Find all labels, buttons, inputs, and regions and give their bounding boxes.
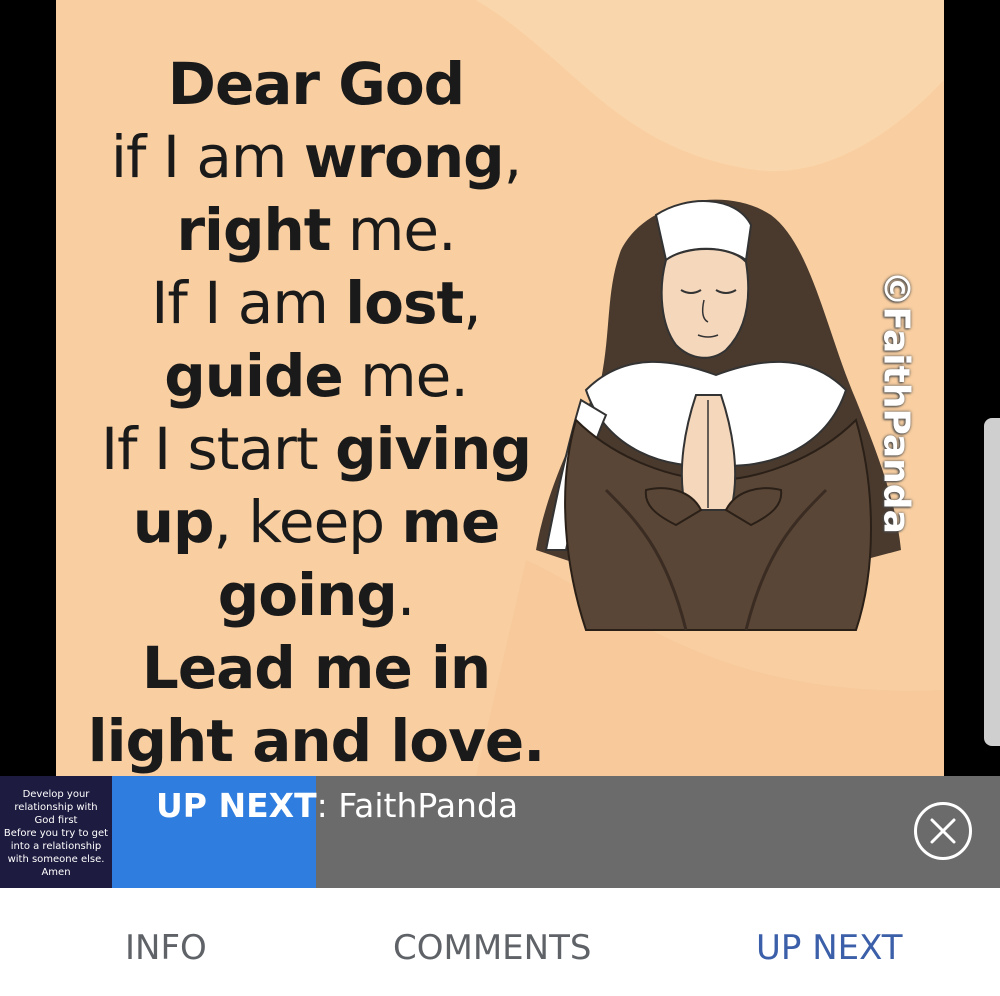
quote-line: if I am wrong, (110, 123, 522, 191)
quote-image: Dear God if I am wrong, right me. If I a… (56, 0, 944, 776)
quote-line: If I start giving (101, 415, 532, 483)
media-viewer[interactable]: Dear God if I am wrong, right me. If I a… (0, 0, 1000, 776)
bottom-tab-bar: INFO COMMENTS UP NEXT (0, 888, 1000, 996)
close-up-next-button[interactable] (914, 802, 972, 860)
thumbnail-text-line: relationship with (14, 802, 98, 813)
quote-line: Lead me in (141, 634, 491, 702)
thumbnail-text-line: God first (34, 815, 78, 826)
up-next-title[interactable]: UP NEXT: FaithPanda (156, 786, 518, 825)
thumbnail-text-line: with someone else. (7, 854, 105, 865)
thumbnail-text-line: Before you try to get (3, 828, 109, 839)
tab-up-next[interactable]: UP NEXT (756, 928, 903, 968)
thumbnail-text-line: into a relationship (10, 841, 102, 852)
thumbnail-text-line: Amen (41, 867, 71, 878)
quote-line: If I am lost, (151, 269, 481, 337)
quote-line: right me. (176, 196, 456, 264)
watermark: ©FaithPanda (875, 270, 917, 534)
scroll-handle[interactable] (984, 418, 1000, 746)
quote-line: light and love. (87, 707, 546, 775)
up-next-label: UP NEXT (156, 786, 317, 825)
up-next-thumbnail[interactable]: Develop your relationship with God first… (0, 776, 112, 888)
tab-info[interactable]: INFO (125, 928, 207, 968)
tab-comments[interactable]: COMMENTS (393, 928, 591, 968)
thumbnail-text-line: Develop your (22, 789, 90, 800)
up-next-name: FaithPanda (338, 786, 519, 825)
close-circle-icon (930, 818, 956, 844)
up-next-separator: : (316, 786, 339, 825)
quote-line: guide me. (164, 342, 469, 410)
quote-text: Dear God if I am wrong, right me. If I a… (66, 48, 566, 776)
up-next-bar[interactable]: Develop your relationship with God first… (0, 776, 1000, 888)
quote-line: going. (217, 561, 416, 629)
quote-line: Dear God (167, 50, 465, 118)
quote-line: up, keep me (132, 488, 501, 556)
praying-nun-illustration (536, 199, 901, 631)
